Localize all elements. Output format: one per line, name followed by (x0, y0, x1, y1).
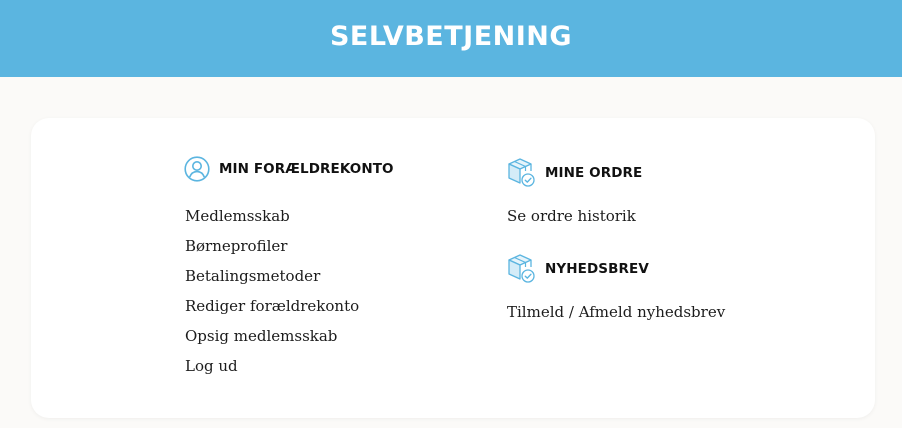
link-log-out[interactable]: Log ud (185, 357, 238, 375)
link-child-profiles[interactable]: Børneprofiler (185, 237, 287, 255)
link-order-history[interactable]: Se ordre historik (507, 207, 636, 225)
package-check-icon (506, 252, 536, 286)
user-circle-icon (184, 156, 210, 182)
account-section-title: MIN FORÆLDREKONTO (219, 161, 394, 177)
page-header: SELVBETJENING (0, 0, 902, 77)
link-membership[interactable]: Medlemsskab (185, 207, 290, 225)
account-section-heading: MIN FORÆLDREKONTO (184, 156, 394, 182)
orders-section-title: MINE ORDRE (545, 165, 643, 181)
orders-section-heading: MINE ORDRE (506, 156, 642, 190)
link-newsletter-subscription[interactable]: Tilmeld / Afmeld nyhedsbrev (507, 303, 725, 321)
package-check-icon (506, 156, 536, 190)
link-cancel-membership[interactable]: Opsig medlemsskab (185, 327, 337, 345)
page-title: SELVBETJENING (329, 21, 573, 52)
newsletter-section-heading: NYHEDSBREV (506, 252, 649, 286)
link-edit-parent-account[interactable]: Rediger forældrekonto (185, 297, 359, 315)
link-payment-methods[interactable]: Betalingsmetoder (185, 267, 320, 285)
newsletter-section-title: NYHEDSBREV (545, 261, 649, 277)
self-service-card: MIN FORÆLDREKONTO Medlemsskab Børneprofi… (31, 118, 875, 418)
